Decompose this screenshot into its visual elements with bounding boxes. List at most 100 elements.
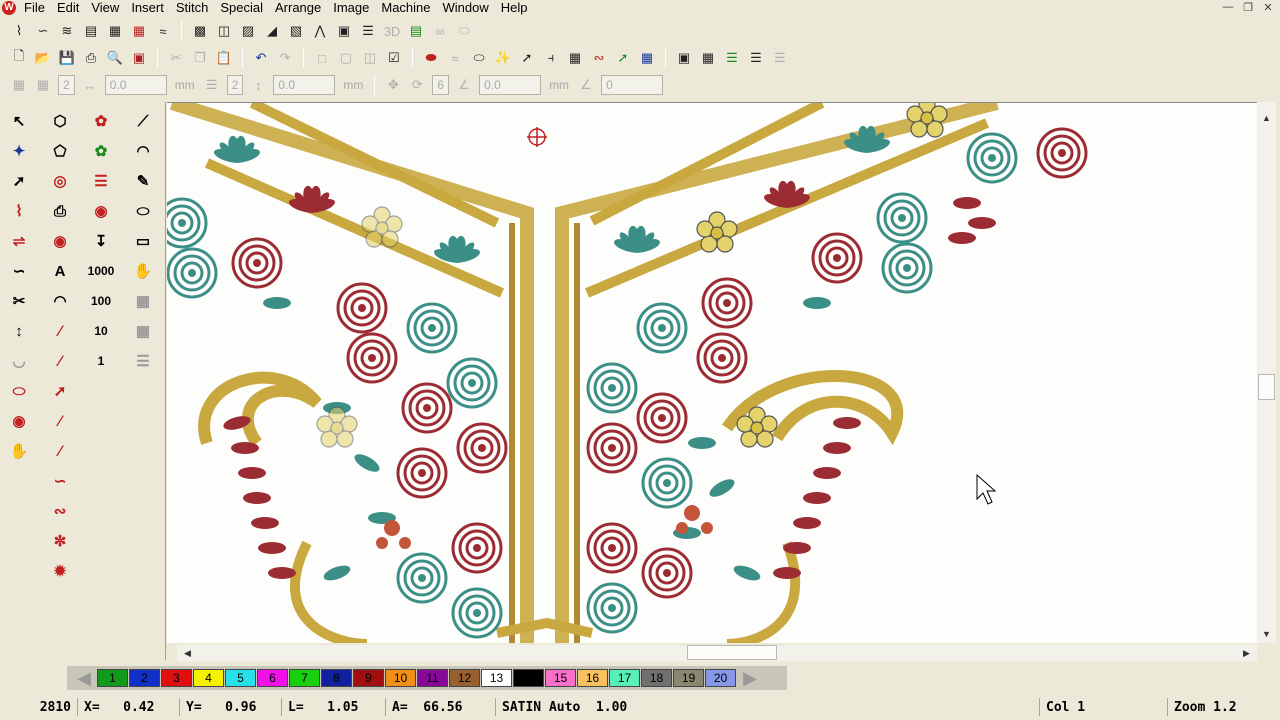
circle-tool-icon[interactable]: ◎ <box>45 166 75 196</box>
color-swatch[interactable]: 8 <box>321 669 352 687</box>
color-swatch[interactable]: 15 <box>545 669 576 687</box>
satin-stitch-icon[interactable]: ⌇ <box>8 20 30 42</box>
text-align-icon[interactable]: ☰ <box>745 47 767 69</box>
skew-icon[interactable]: ∠ <box>575 74 597 96</box>
group-icon[interactable]: □ <box>311 47 333 69</box>
chart-icon[interactable]: ➚ <box>612 47 634 69</box>
select-arrow-icon[interactable]: ↖ <box>4 106 34 136</box>
cut-icon[interactable]: ✂ <box>165 47 187 69</box>
hatch-icon[interactable]: ⟋ <box>128 106 158 136</box>
checkbox-icon[interactable]: ☑ <box>383 47 405 69</box>
menu-window[interactable]: Window <box>437 0 495 16</box>
line-dots-icon[interactable]: ∕ <box>45 436 75 466</box>
count-a-stepper[interactable]: 2 <box>58 75 75 95</box>
arch-text-icon[interactable]: ◠ <box>45 286 75 316</box>
zigzag-tool-icon[interactable]: ∽ <box>4 256 34 286</box>
rotate-icon[interactable]: ⟳ <box>406 74 428 96</box>
grid-small-icon[interactable]: ▦ <box>8 74 30 96</box>
line-thin-icon[interactable]: ∕ <box>45 406 75 436</box>
hand-pan-icon[interactable]: ✋ <box>128 256 158 286</box>
menu-file[interactable]: File <box>18 0 51 16</box>
fan-icon[interactable]: ◡ <box>4 346 34 376</box>
list-icon[interactable]: ☰ <box>357 20 379 42</box>
rectangle-icon[interactable]: ▭ <box>128 226 158 256</box>
color-swatch[interactable]: 1 <box>97 669 128 687</box>
color-swatch[interactable]: 2 <box>129 669 160 687</box>
list-fill-icon[interactable]: ☰ <box>128 346 158 376</box>
menu-stitch[interactable]: Stitch <box>170 0 215 16</box>
fabric-icon[interactable]: ▤ <box>405 20 427 42</box>
wavy-fill-icon[interactable]: ≈ <box>152 20 174 42</box>
stitch-1-icon[interactable]: 1 <box>86 346 116 376</box>
menu-special[interactable]: Special <box>214 0 269 16</box>
radial-icon[interactable]: ✹ <box>45 556 75 586</box>
polygon-icon[interactable]: ⬠ <box>45 136 75 166</box>
color-swatch[interactable]: 12 <box>449 669 480 687</box>
vertical-scroll-thumb[interactable] <box>1258 374 1275 400</box>
distribute-icon[interactable]: ☰ <box>769 47 791 69</box>
spacing-a-field[interactable]: 0.0 <box>104 75 167 95</box>
flower-tool-icon[interactable]: ✿ <box>86 106 116 136</box>
3d-icon[interactable]: 3D <box>381 20 403 42</box>
zigzag-stitch-icon[interactable]: ∽ <box>32 20 54 42</box>
rows-icon[interactable]: ☰ <box>201 74 223 96</box>
scroll-right-icon[interactable]: ▶ <box>1238 645 1255 661</box>
lasso-icon[interactable]: ⬭ <box>4 376 34 406</box>
reshape-icon[interactable]: ⌇ <box>4 196 34 226</box>
spacing-icon[interactable]: ↔ <box>79 74 101 96</box>
globe-icon[interactable]: ◉ <box>45 226 75 256</box>
run-stitch-icon[interactable]: ▩ <box>189 20 211 42</box>
fill-pattern-icon[interactable]: ▦ <box>104 20 126 42</box>
highlight-icon[interactable]: ✨ <box>492 47 514 69</box>
color-swatch[interactable]: 14 <box>513 669 544 687</box>
color-swatch[interactable]: 18 <box>641 669 672 687</box>
fill-fan-icon[interactable]: ◉ <box>86 196 116 226</box>
color-swatch[interactable]: 16 <box>577 669 608 687</box>
spacing-c-field[interactable]: 0.0 <box>479 75 542 95</box>
peak-stitch-icon[interactable]: ⋀ <box>309 20 331 42</box>
new-file-icon[interactable]: 🗋 <box>8 47 30 69</box>
image-icon[interactable]: ▦ <box>636 47 658 69</box>
color-swatch[interactable]: 3 <box>161 669 192 687</box>
stitch-edit-icon[interactable]: ➚ <box>4 166 34 196</box>
ellipse-stitch-icon[interactable]: ⬭ <box>453 20 475 42</box>
color-swatch[interactable]: 5 <box>225 669 256 687</box>
palette-next-icon[interactable]: ▶ <box>737 668 763 688</box>
copy-icon[interactable]: ❐ <box>189 47 211 69</box>
column-stitch-icon[interactable]: ▤ <box>80 20 102 42</box>
paste-icon[interactable]: 📋 <box>213 47 235 69</box>
arc-icon[interactable]: ◠ <box>128 136 158 166</box>
scroll-left-icon[interactable]: ◀ <box>179 645 196 661</box>
redo-icon[interactable]: ↷ <box>274 47 296 69</box>
app-logo-icon[interactable]: W <box>0 0 18 16</box>
zigzag-path-icon[interactable]: ∽ <box>45 466 75 496</box>
show-stitches-icon[interactable]: ⬬ <box>420 47 442 69</box>
color-grid-icon[interactable]: ▦ <box>697 47 719 69</box>
menu-arrange[interactable]: Arrange <box>269 0 327 16</box>
minimize-icon[interactable]: — <box>1220 0 1236 14</box>
color-swatch[interactable]: 19 <box>673 669 704 687</box>
loop-icon[interactable]: ∞ <box>429 20 451 42</box>
vertical-scrollbar[interactable]: ▲ ▼ <box>1257 102 1276 643</box>
outline-icon[interactable]: ⬭ <box>468 47 490 69</box>
line-arrow-icon[interactable]: ➚ <box>45 376 75 406</box>
stop-hand-icon[interactable]: ✋ <box>4 436 34 466</box>
start-end-icon[interactable]: ⇌ <box>4 226 34 256</box>
spacing-b-field[interactable]: 0.0 <box>273 75 336 95</box>
horizontal-scroll-thumb[interactable] <box>687 645 777 660</box>
color-change-icon[interactable]: ◉ <box>4 406 34 436</box>
save-icon[interactable]: 💾 <box>56 47 78 69</box>
machine-icon[interactable]: ▣ <box>128 47 150 69</box>
curve-path-icon[interactable]: ∾ <box>45 496 75 526</box>
tree-tool-icon[interactable]: ✿ <box>86 136 116 166</box>
color-swatch[interactable]: 11 <box>417 669 448 687</box>
print-preview-icon[interactable]: 🔍 <box>104 47 126 69</box>
line-bead-icon[interactable]: ∕ <box>45 346 75 376</box>
trim-icon[interactable]: ↕ <box>4 316 34 346</box>
menu-insert[interactable]: Insert <box>125 0 170 16</box>
menu-machine[interactable]: Machine <box>375 0 436 16</box>
stitch-1000-icon[interactable]: 1000 <box>86 256 116 286</box>
red-fill-icon[interactable]: ▦ <box>128 20 150 42</box>
count-b-stepper[interactable]: 2 <box>226 75 244 95</box>
color-swatch[interactable]: 7 <box>289 669 320 687</box>
